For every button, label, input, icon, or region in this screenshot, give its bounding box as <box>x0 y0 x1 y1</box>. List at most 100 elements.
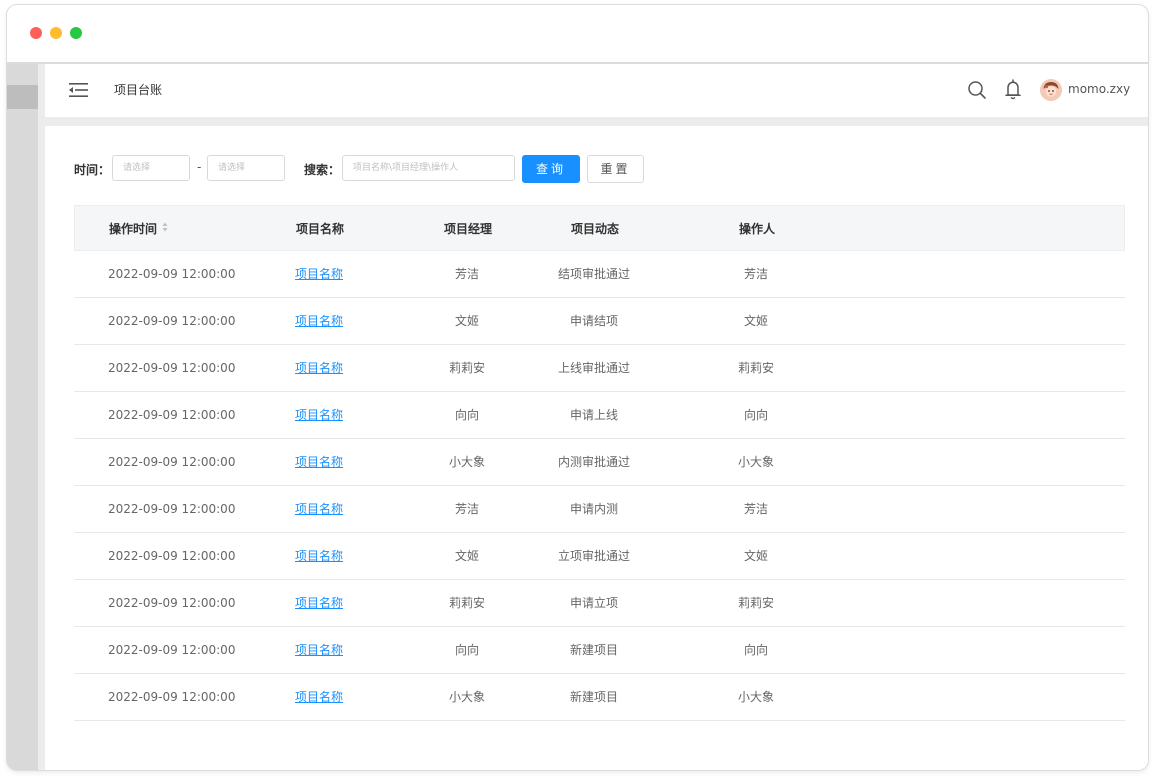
cell-time: 2022-09-09 12:00:00 <box>108 596 236 610</box>
table-row: 2022-09-09 12:00:00 项目名称 向向 申请上线 向向 <box>74 392 1125 439</box>
cell-activity: 申请内测 <box>569 502 618 516</box>
menu-fold-icon[interactable] <box>69 82 88 98</box>
cell-operator: 莉莉安 <box>737 361 774 375</box>
cell-project-name: 项目名称 <box>295 580 343 626</box>
username[interactable]: momo.zxy <box>1068 82 1130 96</box>
cell-activity: 结项审批通过 <box>557 267 630 281</box>
browser-window: 项目台账 momo.zxy 时间： - <box>7 5 1148 770</box>
project-name-link[interactable]: 项目名称 <box>295 643 343 657</box>
cell-manager: 小大象 <box>448 690 485 704</box>
sidebar <box>7 64 38 770</box>
project-name-link[interactable]: 项目名称 <box>295 549 343 563</box>
bell-icon[interactable] <box>1003 79 1023 101</box>
cell-time: 2022-09-09 12:00:00 <box>108 408 236 422</box>
user-avatar[interactable] <box>1040 79 1062 101</box>
table-row: 2022-09-09 12:00:00 项目名称 向向 新建项目 向向 <box>74 627 1125 674</box>
query-button[interactable]: 查询 <box>522 155 580 183</box>
sort-icon[interactable] <box>162 222 168 232</box>
cell-time: 2022-09-09 12:00:00 <box>108 690 236 704</box>
cell-time: 2022-09-09 12:00:00 <box>108 455 236 469</box>
cell-operator: 向向 <box>743 408 768 422</box>
project-name-link[interactable]: 项目名称 <box>295 314 343 328</box>
cell-project-name: 项目名称 <box>295 674 343 720</box>
cell-operator: 芳洁 <box>743 267 768 281</box>
search-icon[interactable] <box>967 80 987 100</box>
column-header-activity: 项目动态 <box>570 222 619 236</box>
time-filter-label: 时间： <box>74 163 111 177</box>
cell-manager: 文姬 <box>454 314 479 328</box>
table-row: 2022-09-09 12:00:00 项目名称 小大象 新建项目 小大象 <box>74 674 1125 721</box>
cell-time: 2022-09-09 12:00:00 <box>108 361 236 375</box>
cell-manager: 向向 <box>454 408 479 422</box>
cell-activity: 申请上线 <box>569 408 618 422</box>
top-header: 项目台账 momo.zxy <box>45 64 1148 117</box>
cell-time: 2022-09-09 12:00:00 <box>108 314 236 328</box>
cell-operator: 芳洁 <box>743 502 768 516</box>
cell-manager: 芳洁 <box>454 267 479 281</box>
column-header-time[interactable]: 操作时间 <box>109 206 168 252</box>
cell-time: 2022-09-09 12:00:00 <box>108 502 236 516</box>
project-name-link[interactable]: 项目名称 <box>295 455 343 469</box>
table-row: 2022-09-09 12:00:00 项目名称 文姬 立项审批通过 文姬 <box>74 533 1125 580</box>
cell-activity: 内测审批通过 <box>557 455 630 469</box>
search-input[interactable] <box>342 155 515 181</box>
project-name-link[interactable]: 项目名称 <box>295 502 343 516</box>
minimize-window-button[interactable] <box>50 27 62 39</box>
table-row: 2022-09-09 12:00:00 项目名称 文姬 申请结项 文姬 <box>74 298 1125 345</box>
title-bar <box>7 5 1148 64</box>
cell-project-name: 项目名称 <box>295 627 343 673</box>
end-date-input[interactable] <box>207 155 285 181</box>
reset-button[interactable]: 重置 <box>587 155 644 183</box>
table-row: 2022-09-09 12:00:00 项目名称 芳洁 结项审批通过 芳洁 <box>74 251 1125 298</box>
project-name-link[interactable]: 项目名称 <box>295 596 343 610</box>
cell-operator: 小大象 <box>737 690 774 704</box>
project-log-table: 操作时间 项目名称 项目经理 项目动态 操作人 2022-09-09 12:00… <box>74 205 1125 721</box>
main-content: 时间： - 搜索： 查询 重置 操作时间 项目名称 项目经理 项目动态 操作人 <box>45 126 1148 770</box>
cell-activity: 立项审批通过 <box>557 549 630 563</box>
project-name-link[interactable]: 项目名称 <box>295 267 343 281</box>
table-row: 2022-09-09 12:00:00 项目名称 芳洁 申请内测 芳洁 <box>74 486 1125 533</box>
table-row: 2022-09-09 12:00:00 项目名称 小大象 内测审批通过 小大象 <box>74 439 1125 486</box>
cell-project-name: 项目名称 <box>295 439 343 485</box>
table-header: 操作时间 项目名称 项目经理 项目动态 操作人 <box>74 205 1125 251</box>
maximize-window-button[interactable] <box>70 27 82 39</box>
start-date-input[interactable] <box>112 155 190 181</box>
cell-project-name: 项目名称 <box>295 345 343 391</box>
cell-manager: 向向 <box>454 643 479 657</box>
cell-activity: 新建项目 <box>569 643 618 657</box>
avatar-icon <box>1040 79 1062 101</box>
table-row: 2022-09-09 12:00:00 项目名称 莉莉安 上线审批通过 莉莉安 <box>74 345 1125 392</box>
cell-activity: 申请立项 <box>569 596 618 610</box>
table-row: 2022-09-09 12:00:00 项目名称 莉莉安 申请立项 莉莉安 <box>74 580 1125 627</box>
table-body: 2022-09-09 12:00:00 项目名称 芳洁 结项审批通过 芳洁 20… <box>74 251 1125 721</box>
cell-activity: 上线审批通过 <box>557 361 630 375</box>
cell-project-name: 项目名称 <box>295 392 343 438</box>
project-name-link[interactable]: 项目名称 <box>295 690 343 704</box>
cell-project-name: 项目名称 <box>295 298 343 344</box>
cell-activity: 申请结项 <box>569 314 618 328</box>
cell-time: 2022-09-09 12:00:00 <box>108 643 236 657</box>
column-label: 操作时间 <box>109 222 158 236</box>
close-window-button[interactable] <box>30 27 42 39</box>
project-name-link[interactable]: 项目名称 <box>295 361 343 375</box>
column-header-manager: 项目经理 <box>443 222 492 236</box>
cell-activity: 新建项目 <box>569 690 618 704</box>
cell-operator: 小大象 <box>737 455 774 469</box>
cell-manager: 文姬 <box>454 549 479 563</box>
sidebar-active-item[interactable] <box>7 85 38 109</box>
date-separator: - <box>197 160 202 174</box>
cell-manager: 莉莉安 <box>448 596 485 610</box>
cell-operator: 向向 <box>743 643 768 657</box>
cell-manager: 芳洁 <box>454 502 479 516</box>
cell-project-name: 项目名称 <box>295 251 343 297</box>
breadcrumb: 项目台账 <box>114 83 163 97</box>
cell-manager: 莉莉安 <box>448 361 485 375</box>
cell-time: 2022-09-09 12:00:00 <box>108 267 236 281</box>
project-name-link[interactable]: 项目名称 <box>295 408 343 422</box>
column-header-project-name: 项目名称 <box>296 222 345 236</box>
cell-project-name: 项目名称 <box>295 533 343 579</box>
column-header-operator: 操作人 <box>738 222 775 236</box>
cell-manager: 小大象 <box>448 455 485 469</box>
cell-time: 2022-09-09 12:00:00 <box>108 549 236 563</box>
cell-operator: 莉莉安 <box>737 596 774 610</box>
